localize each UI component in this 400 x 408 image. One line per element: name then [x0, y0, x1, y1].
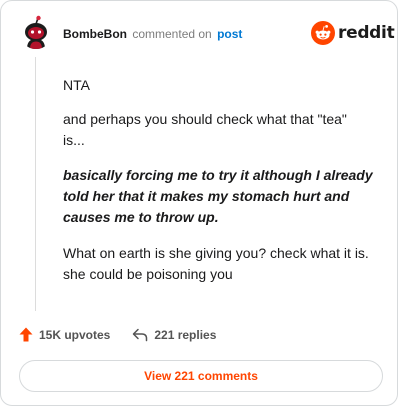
comment-paragraph-4: What on earth is she giving you? check w… [63, 245, 369, 282]
comment-paragraph-1: NTA [63, 77, 90, 93]
snoo-avatar-icon [19, 15, 53, 49]
username-link[interactable]: BombeBon [63, 27, 127, 41]
reddit-logo[interactable]: reddit [311, 21, 395, 45]
reddit-alien-icon [311, 21, 335, 45]
reply-arrow-icon [133, 328, 148, 341]
reddit-wordmark: reddit [338, 23, 395, 43]
avatar[interactable] [19, 15, 53, 49]
upvote-stat[interactable]: 15K upvotes [19, 327, 110, 342]
comment-quote: basically forcing me to try it although … [63, 167, 373, 225]
post-link[interactable]: post [217, 27, 242, 41]
thread-line [35, 57, 36, 311]
comment-paragraph-2: and perhaps you should check what that "… [63, 111, 347, 148]
byline-verb: commented on [132, 27, 212, 41]
upvote-count: 15K upvotes [39, 327, 111, 342]
comment-stats: 15K upvotes 221 replies [19, 327, 216, 342]
comment-card: BombeBon commented on post reddit NTA an… [0, 0, 398, 406]
reply-count: 221 replies [154, 327, 217, 342]
comment-header [19, 15, 53, 49]
comment-byline: BombeBon commented on post [63, 27, 242, 41]
upvote-arrow-icon [19, 327, 33, 342]
replies-stat[interactable]: 221 replies [132, 328, 216, 342]
view-comments-button[interactable]: View 221 comments [19, 360, 383, 392]
